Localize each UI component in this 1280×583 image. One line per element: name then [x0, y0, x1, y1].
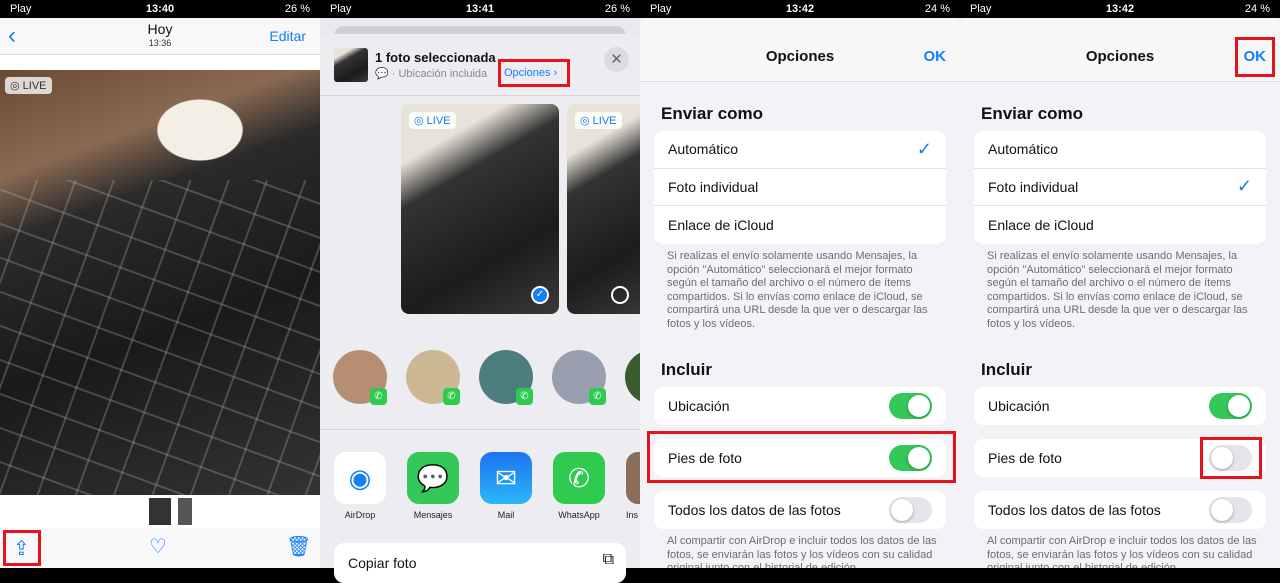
- thumbnail[interactable]: [178, 498, 192, 525]
- highlight-box: [498, 59, 570, 87]
- toggle-switch[interactable]: [1209, 496, 1252, 523]
- status-bar: Play 13:41 26 %: [320, 0, 640, 18]
- status-bar: Play 13:42 24 %: [640, 0, 960, 18]
- mail-icon: ✉: [480, 452, 532, 504]
- live-badge[interactable]: ◎ LIVE: [5, 77, 52, 94]
- copy-icon: ⧉: [602, 551, 614, 568]
- edit-button[interactable]: Editar: [269, 28, 306, 44]
- send-as-option[interactable]: Automático: [974, 131, 1266, 169]
- include-option: Ubicación: [974, 387, 1266, 425]
- clock: 13:40: [145, 3, 175, 15]
- send-as-option[interactable]: Enlace de iCloud: [654, 206, 946, 244]
- caption-icon: 💬: [375, 68, 389, 80]
- include-option: Ubicación: [654, 387, 946, 425]
- app-whatsapp[interactable]: ✆ WhatsApp: [553, 452, 605, 520]
- whatsapp-badge-icon: ✆: [589, 388, 606, 405]
- checkmark-icon: ✓: [1236, 176, 1252, 197]
- send-as-group: Automático Foto individual ✓ Enlace de iClo…: [974, 131, 1266, 244]
- share-header: 1 foto seleccionada 💬 · Ubicación inclui…: [320, 34, 640, 96]
- share-subtitle: 💬 · Ubicación incluida: [375, 68, 488, 80]
- include-option: Todos los datos de las fotos: [974, 491, 1266, 529]
- app-instagram[interactable]: Ins: [626, 452, 640, 520]
- close-icon[interactable]: ✕: [604, 47, 629, 72]
- send-as-heading: Enviar como: [661, 104, 764, 123]
- send-as-option[interactable]: Foto individual ✓: [974, 169, 1266, 206]
- highlight-box: [647, 431, 956, 483]
- include-note: Al compartir con AirDrop e incluir todos…: [667, 535, 937, 568]
- contact-avatar[interactable]: [625, 350, 640, 404]
- options-header: Opciones OK: [960, 18, 1280, 82]
- app-mensajes[interactable]: 💬 Mensajes: [407, 452, 459, 520]
- selected-photo-thumb: [334, 48, 368, 82]
- contacts-row: ✆ ✆ ✆ ✆: [320, 340, 640, 430]
- highlight-box: [1200, 437, 1262, 479]
- send-as-note: Si realizas el envío solamente usando Me…: [987, 250, 1248, 330]
- whatsapp-badge-icon: ✆: [370, 388, 387, 405]
- send-as-option[interactable]: Foto individual: [654, 169, 946, 206]
- send-as-option[interactable]: Automático ✓: [654, 131, 946, 169]
- selected-check-icon[interactable]: ✓: [531, 286, 549, 304]
- include-heading: Incluir: [661, 360, 713, 379]
- airdrop-icon: ◉: [334, 452, 386, 504]
- whatsapp-badge-icon: ✆: [443, 388, 460, 405]
- photo-option[interactable]: ◎ LIVE: [567, 104, 640, 314]
- toggle-switch[interactable]: [889, 392, 932, 419]
- ok-button[interactable]: OK: [924, 48, 947, 65]
- nav-bar: ‹ Hoy 13:36 Editar: [0, 18, 320, 55]
- status-bar: Play 13:40 26 %: [0, 0, 320, 18]
- highlight-box: [1235, 37, 1275, 77]
- send-as-option[interactable]: Enlace de iCloud: [974, 206, 1266, 244]
- whatsapp-icon: ✆: [553, 452, 605, 504]
- photos-app-screen: Play 13:40 26 % ‹ Hoy 13:36 Editar ◎ LIVE …: [0, 0, 320, 568]
- options-screen: Play 13:42 24 % Opciones OK Enviar como Aut…: [640, 0, 960, 568]
- include-heading: Incluir: [981, 360, 1033, 379]
- toggle-switch[interactable]: [889, 496, 932, 523]
- heart-icon[interactable]: ♡: [149, 534, 167, 559]
- share-sheet-screen: Play 13:41 26 % 1 foto seleccionada 💬 · Ub…: [320, 0, 640, 568]
- unselected-circle-icon[interactable]: [611, 286, 629, 304]
- app-airdrop[interactable]: ◉ AirDrop: [334, 452, 386, 520]
- options-screen: Play 13:42 24 % Opciones OK Enviar como Aut…: [960, 0, 1280, 568]
- include-option: Todos los datos de las fotos: [654, 491, 946, 529]
- whatsapp-badge-icon: ✆: [516, 388, 533, 405]
- trash-icon[interactable]: 🗑: [286, 534, 311, 559]
- include-note: Al compartir con AirDrop e incluir todos…: [987, 535, 1257, 568]
- send-as-group: Automático ✓ Foto individual Enlace de iClo…: [654, 131, 946, 244]
- checkmark-icon: ✓: [916, 138, 932, 159]
- send-as-note: Si realizas el envío solamente usando Me…: [667, 250, 928, 330]
- highlight-box: [3, 530, 41, 566]
- options-header: Opciones OK: [640, 18, 960, 82]
- instagram-icon: [626, 452, 640, 504]
- share-title: 1 foto seleccionada: [375, 50, 496, 65]
- copy-photo-action[interactable]: Copiar foto ⧉: [334, 543, 626, 583]
- toggle-switch[interactable]: [1209, 392, 1252, 419]
- options-title: Opciones: [1085, 48, 1155, 65]
- thumbnail[interactable]: [149, 498, 171, 525]
- status-bar: Play 13:42 24 %: [960, 0, 1280, 18]
- app-mail[interactable]: ✉ Mail: [480, 452, 532, 520]
- send-as-heading: Enviar como: [981, 104, 1084, 123]
- photo-option[interactable]: ◎ LIVE ✓: [401, 104, 559, 314]
- options-title: Opciones: [765, 48, 835, 65]
- messages-icon: 💬: [407, 452, 459, 504]
- photo-toolbar: ⇪ ♡ 🗑: [0, 528, 320, 568]
- photo-view[interactable]: ◎ LIVE: [0, 70, 320, 495]
